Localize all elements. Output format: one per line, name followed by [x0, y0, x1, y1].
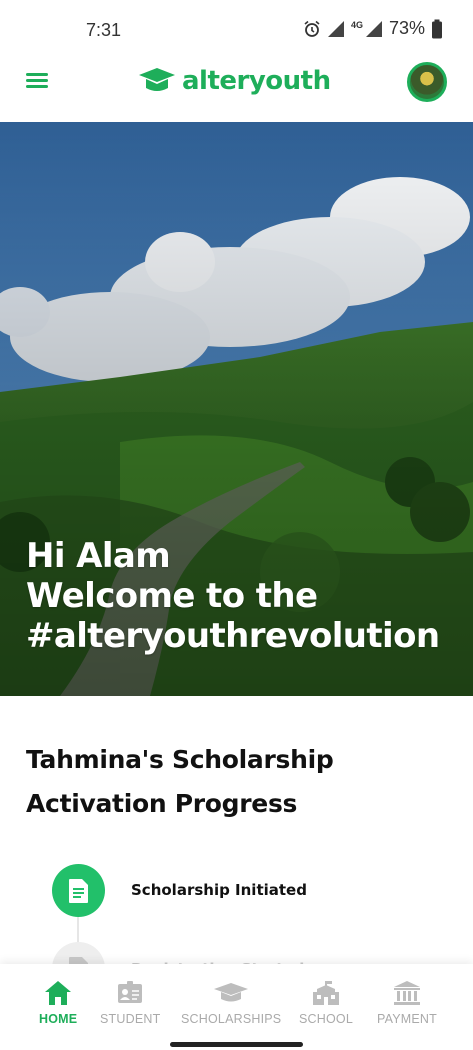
hero-banner: Hi Alam Welcome to the #alteryouthrevolu… — [0, 122, 473, 696]
home-icon — [45, 981, 72, 1005]
school-icon — [313, 981, 339, 1005]
avatar[interactable] — [407, 62, 447, 102]
nav-home-label: HOME — [39, 1012, 78, 1026]
progress-title: Tahmina's Scholarship Activation Progres… — [26, 738, 446, 826]
nav-scholarships[interactable]: SCHOLARSHIPS — [181, 980, 281, 1026]
brand-logo[interactable]: alteryouth — [138, 66, 331, 96]
id-card-icon — [118, 981, 143, 1003]
nav-student-label: STUDENT — [100, 1012, 161, 1026]
progress-title-line1: Tahmina's Scholarship — [26, 745, 334, 774]
brand-name: alteryouth — [182, 66, 331, 96]
graduation-cap-logo-icon — [139, 68, 175, 91]
nav-payment[interactable]: PAYMENT — [377, 980, 437, 1026]
status-bar: 7:31 4G 73% — [0, 0, 473, 56]
app-header: alteryouth — [0, 56, 473, 122]
battery-icon — [432, 19, 442, 38]
greeting: Hi Alam — [26, 536, 171, 576]
document-icon — [68, 878, 88, 903]
nav-school[interactable]: SCHOOL — [299, 980, 353, 1026]
nav-school-label: SCHOOL — [299, 1012, 353, 1026]
graduation-cap-icon — [214, 983, 249, 1002]
alarm-icon — [304, 20, 320, 37]
gesture-home-indicator[interactable] — [170, 1042, 303, 1047]
status-time: 7:31 — [86, 20, 122, 40]
battery-percent: 73% — [388, 18, 425, 38]
bottom-navigation: HOME STUDENT SCHOLARSHIPS SCHOOL PAYMENT — [0, 964, 473, 1050]
signal-icon — [327, 20, 344, 37]
hamburger-menu-icon[interactable] — [24, 70, 50, 96]
status-indicators: 4G 73% — [303, 18, 443, 39]
step-initiated-badge — [52, 864, 105, 917]
hashtag: #alteryouthrevolution — [26, 616, 440, 656]
signal-4g-icon — [365, 20, 382, 37]
welcome-line: Welcome to the — [26, 576, 318, 616]
network-type: 4G — [350, 19, 363, 30]
nav-payment-label: PAYMENT — [377, 1012, 437, 1026]
bank-icon — [393, 981, 420, 1005]
welcome-message: Hi Alam Welcome to the #alteryouthrevolu… — [26, 536, 440, 656]
nav-scholarships-label: SCHOLARSHIPS — [181, 1012, 282, 1026]
nav-home[interactable]: HOME — [39, 980, 77, 1026]
progress-title-line2: Activation Progress — [26, 789, 298, 818]
step-initiated-label: Scholarship Initiated — [131, 881, 307, 899]
nav-student[interactable]: STUDENT — [100, 980, 160, 1026]
